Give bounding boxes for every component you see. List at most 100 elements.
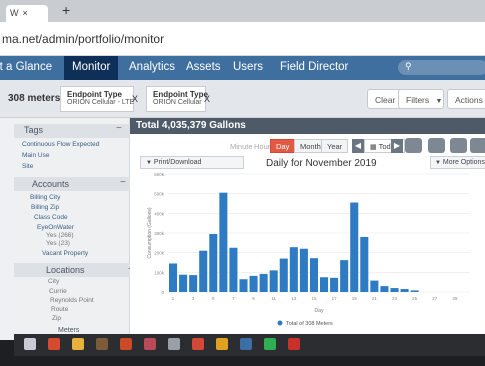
x-tick-label: 13 [291,296,297,301]
sidebar-item-tag[interactable]: Continuous Flow Expected [22,141,99,148]
chart-bar [340,260,349,292]
period-day[interactable]: Day [270,139,296,153]
chart-bar [249,275,258,292]
sidebar-item-tag[interactable]: Main Use [22,152,49,159]
x-tick-label: 25 [412,296,418,301]
x-tick-label: 3 [192,296,195,301]
stack-icon[interactable] [470,138,485,153]
x-tick-label: 9 [252,296,255,301]
sidebar-item-location[interactable]: Route [51,306,68,313]
actions-button[interactable]: Actions [447,89,485,109]
search-icon: ⚲ [405,61,412,71]
sidebar-item-account[interactable]: Class Code [34,214,68,221]
chrome-icon[interactable] [216,338,228,350]
total-gallons: Total 4,035,379 Gallons [136,120,246,131]
nav-analytics[interactable]: Analytics [129,61,175,73]
calculator-icon[interactable] [168,338,180,350]
locations-title: Locations [46,265,85,275]
y-tick-label: 400k [154,211,165,216]
total-header: Total 4,035,379 Gallons [130,118,485,134]
sidebar-item-account[interactable]: Billing City [30,194,60,201]
chart-bar [199,250,208,292]
print-download-label: Print/Download [153,159,202,166]
nav-at-a-glance[interactable]: At a Glance [0,61,52,73]
previous-icon[interactable]: ◀ [352,139,364,153]
filter-chip-value: ORION Cellular - LTE [67,99,135,106]
folder-icon[interactable] [72,338,84,350]
chart-bar [209,233,218,292]
x-tick-label: 11 [271,296,276,301]
close-tab-icon[interactable]: × [23,8,28,18]
sidebar-item-account[interactable]: EyeOnWater [37,224,74,231]
sidebar-item-account[interactable]: Billing Zip [31,204,59,211]
y-tick-label: 300k [154,231,165,236]
sidebar-item-location[interactable]: City [48,278,59,285]
chart-bar [400,289,409,292]
filter-chip-endpoint-lte[interactable]: Endpoint Type ORION Cellular - LTE [60,86,134,112]
chart-bar [219,192,228,292]
browser-tab-strip: W × + [0,0,485,22]
chart-bar [299,248,308,292]
chart-bar [309,258,318,292]
chart-bar [229,247,238,292]
x-tick-label: 23 [392,296,398,301]
browser-tab-label: W [10,8,19,18]
chart-bar [410,290,419,292]
consumption-bar-chart: 0 100k 200k 300k 400k 500k 600k Consumption (Ga… [147,172,470,327]
collapse-icon[interactable]: − [116,123,122,134]
sidebar-item-account[interactable]: Yes (266) [46,232,74,239]
app-icon[interactable] [96,338,108,350]
nav-monitor[interactable]: Monitor [64,56,119,80]
period-year[interactable]: Year [321,139,349,153]
app-icon[interactable] [120,338,132,350]
app-icon[interactable] [144,338,156,350]
more-options-label: More Options [442,159,485,166]
nav-assets[interactable]: Assets [186,61,221,73]
line-chart-icon[interactable] [450,138,467,153]
sidebar-item-account[interactable]: Vacant Property [42,250,88,257]
chart-bar [370,280,379,292]
chevron-down-icon: ▼ [435,98,443,105]
chart-bar [239,279,248,292]
app-icon[interactable] [264,338,276,350]
print-download-button[interactable]: ▼ Print/Download [140,156,244,169]
new-tab-icon[interactable]: + [62,2,70,18]
collapse-icon[interactable]: − [120,177,126,188]
sidebar-item-location[interactable]: Currie [49,288,67,295]
url-text[interactable]: ma.net/admin/portfolio/monitor [2,32,164,46]
filter-chip-endpoint-cellular[interactable]: Endpoint Type ORION Cellular [146,86,208,112]
sidebar-item-location[interactable]: Reynolds Point [50,297,94,304]
more-options-button[interactable]: ▼ More Options [430,156,485,169]
remove-chip-icon[interactable]: X [204,94,210,104]
browser-tab[interactable]: W × [6,5,48,22]
chart-bar [169,263,178,292]
y-tick-label: 600k [154,172,165,177]
sidebar-item-location[interactable]: Zip [52,315,61,322]
nav-users[interactable]: Users [233,61,263,73]
chart-bar [189,275,198,292]
filter-chip-value: ORION Cellular [153,99,202,106]
y-tick-label: 200k [154,251,165,256]
filters-button[interactable]: Filters ▼ [398,89,444,109]
address-bar[interactable]: ma.net/admin/portfolio/monitor [0,22,485,56]
bar-chart-icon[interactable] [428,138,445,153]
chart-bar [390,288,399,292]
x-tick-label: 21 [372,296,378,301]
meters-count: 308 meters [8,93,61,104]
sidebar-item-account[interactable]: Yes (23) [46,240,70,247]
chart-bar [289,247,298,292]
app-icon[interactable] [192,338,204,350]
table-view-icon[interactable] [405,138,422,153]
next-icon[interactable]: ▶ [391,139,403,153]
screen: W× + ma.net/admin/portfolio/monitor At a… [0,0,485,366]
nav-field-director[interactable]: Field Director [280,61,348,73]
app-icon[interactable] [240,338,252,350]
chart-bar [279,258,288,292]
remove-chip-icon[interactable]: X [132,94,138,104]
app-icon[interactable] [288,338,300,350]
y-tick-label: 100k [154,270,165,275]
app-icon[interactable] [48,338,60,350]
nav-search-box[interactable]: ⚲ [398,60,485,75]
start-icon[interactable] [24,338,36,350]
sidebar-item-tag[interactable]: Site [22,163,33,170]
